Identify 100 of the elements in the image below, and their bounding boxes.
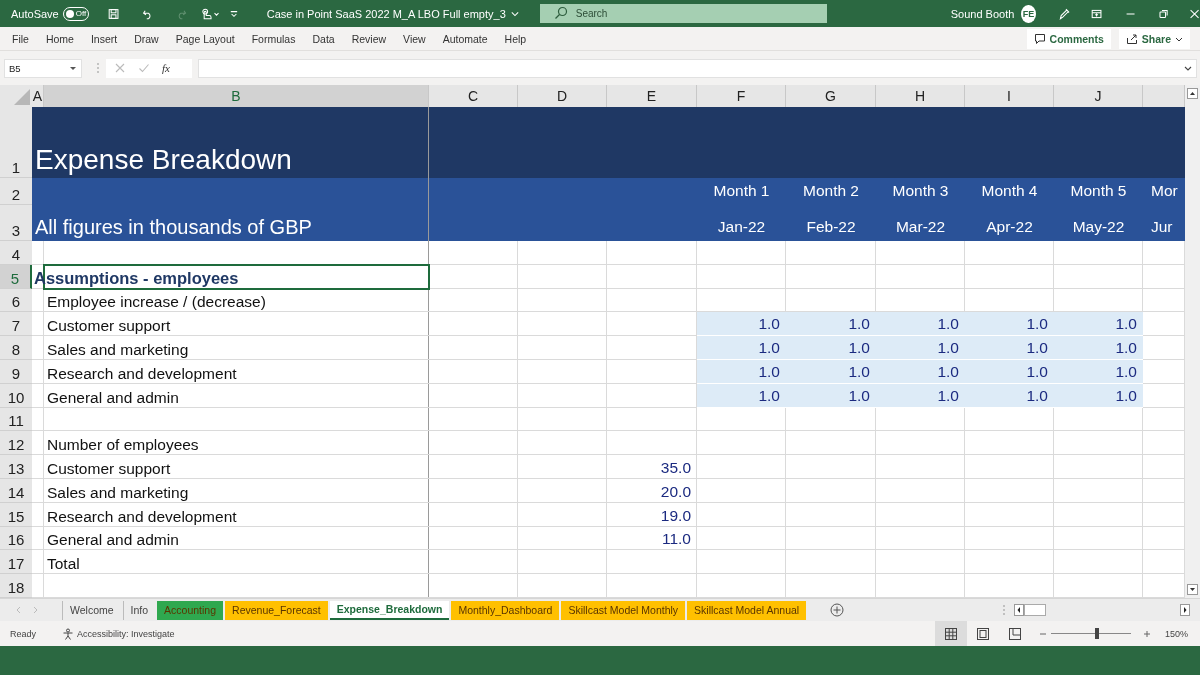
input-cell: 1.0 (786, 383, 876, 408)
scroll-up-icon[interactable] (1187, 88, 1198, 99)
column-header[interactable]: B (44, 85, 429, 109)
month-cell-text: Mar-22 (894, 217, 947, 237)
comment-icon (1033, 32, 1046, 45)
user-avatar[interactable]: FE (1021, 4, 1036, 23)
ribbon-tab[interactable]: View (394, 28, 434, 49)
sheet-tab[interactable]: Skillcast Model Annual (687, 600, 807, 620)
month-cell-text: Month 5 (1069, 181, 1128, 201)
sheet-tab[interactable]: Expense_Breakdown (329, 600, 450, 620)
month-cell-text: Feb-22 (805, 217, 857, 237)
ribbon-tab[interactable]: Page Layout (166, 28, 243, 49)
input-cell: 1.0 (965, 312, 1054, 337)
input-cell: 1.0 (876, 312, 965, 337)
month-cell-text: Jan-22 (716, 217, 767, 237)
scrollbar-thumb[interactable] (1024, 604, 1046, 616)
comments-button[interactable]: Comments (1026, 28, 1111, 49)
share-icon (1125, 32, 1138, 45)
add-sheet-icon[interactable] (830, 603, 845, 617)
formula-input[interactable] (198, 58, 1197, 78)
sheet-tab[interactable]: Info (122, 600, 156, 620)
row-header[interactable]: 3 (0, 205, 32, 241)
row-header[interactable]: 2 (0, 178, 32, 205)
ribbon-tab[interactable]: Help (495, 28, 535, 49)
name-box[interactable]: B5 (4, 58, 82, 78)
input-cell: 1.0 (876, 336, 965, 360)
normal-view-icon (943, 626, 958, 641)
ribbon-tab[interactable]: Automate (433, 28, 496, 49)
row-header[interactable]: 1 (0, 107, 32, 178)
row-header[interactable]: 4 (0, 241, 32, 265)
row-header[interactable]: 9 (0, 360, 32, 384)
normal-view-button[interactable] (934, 621, 967, 646)
ribbon-tab[interactable]: File (3, 28, 37, 49)
input-cell: 1.0 (965, 383, 1054, 408)
input-cell: 1.0 (1054, 336, 1143, 360)
sheet-tab[interactable]: Welcome (62, 600, 121, 620)
month-cell-text: Mor (1150, 181, 1179, 201)
row-header[interactable]: 14 (0, 478, 32, 503)
row-header[interactable]: 7 (0, 312, 32, 337)
month-cell-text: Month 2 (802, 181, 860, 201)
input-cell: 1.0 (965, 336, 1054, 360)
page-layout-icon (975, 626, 990, 641)
month-cell-text: Month 1 (712, 181, 771, 201)
row-header[interactable]: 16 (0, 526, 32, 551)
row-header[interactable]: 17 (0, 550, 32, 575)
hand-pointer-icon[interactable] (200, 6, 220, 21)
accessibility-button[interactable]: Accessibility: Investigate (56, 626, 181, 641)
row-header[interactable]: 8 (0, 336, 32, 360)
input-cell: 1.0 (876, 360, 965, 384)
row-header[interactable]: 11 (0, 407, 32, 432)
search-field[interactable]: Search (539, 4, 827, 23)
ribbon-tab[interactable]: Home (36, 28, 82, 49)
autosave-label: AutoSave (11, 7, 59, 20)
ribbon-tab[interactable]: Draw (125, 28, 167, 49)
split-handle-icon[interactable] (1002, 604, 1006, 616)
input-cell: 1.0 (1054, 312, 1143, 337)
horizontal-scrollbar[interactable] (1014, 603, 1190, 617)
scroll-right-icon[interactable] (1180, 604, 1190, 616)
insert-function-button[interactable]: fx (162, 62, 170, 74)
expand-icon[interactable] (1184, 64, 1192, 72)
vertical-scrollbar[interactable] (1185, 85, 1200, 598)
cell-text: Total (47, 555, 80, 574)
ribbon-tab[interactable]: Data (303, 28, 343, 49)
save-icon[interactable] (108, 6, 120, 21)
row-header[interactable]: 12 (0, 431, 32, 456)
cell-text: All figures in thousands of GBP (35, 216, 312, 239)
input-cell: 1.0 (786, 360, 876, 384)
row-header[interactable]: 5 (0, 264, 32, 289)
row-header[interactable]: 18 (0, 574, 32, 598)
input-cell: 1.0 (786, 312, 876, 337)
ribbon-tab[interactable]: Insert (81, 28, 126, 49)
row-header[interactable]: 13 (0, 455, 32, 479)
sheet-tab[interactable]: Revenue_Forecast (225, 600, 328, 620)
input-cell: 1.0 (697, 383, 786, 408)
zoom-in-icon[interactable] (1142, 629, 1151, 638)
input-cell: 1.0 (876, 383, 965, 408)
cell-text: Research and development (47, 364, 237, 383)
cell-text: General and admin (47, 388, 179, 407)
row-header[interactable]: 6 (0, 288, 32, 313)
ribbon-tab[interactable]: Formulas (242, 28, 304, 49)
cell-text: Expense Breakdown (35, 144, 292, 176)
status-text: Ready (10, 628, 36, 639)
document-title[interactable]: Case in Point SaaS 2022 M_A LBO Full empty_3 (266, 7, 506, 20)
month-cell-text: Jur (1150, 217, 1174, 237)
month-cell-text: Month 4 (980, 181, 1039, 201)
input-cell: 1.0 (697, 360, 786, 384)
sheet-tab[interactable]: Skillcast Model Monthly (561, 600, 686, 620)
slider-thumb[interactable] (1094, 628, 1099, 639)
user-name: Sound Booth (950, 7, 1015, 20)
ribbon-tab[interactable]: Review (342, 28, 395, 49)
input-cell: 1.0 (1054, 383, 1143, 408)
sheet-tab[interactable]: Accounting (157, 600, 224, 620)
scroll-down-icon[interactable] (1187, 584, 1198, 595)
zoom-level[interactable]: 150% (1164, 628, 1188, 639)
scroll-left-icon[interactable] (1014, 604, 1024, 616)
row-header[interactable]: 15 (0, 502, 32, 527)
share-button[interactable]: Share (1118, 28, 1190, 49)
row-header[interactable]: 10 (0, 383, 32, 408)
sheet-tab[interactable]: Monthly_Dashboard (451, 600, 560, 620)
cell-text: Number of employees (47, 436, 199, 455)
